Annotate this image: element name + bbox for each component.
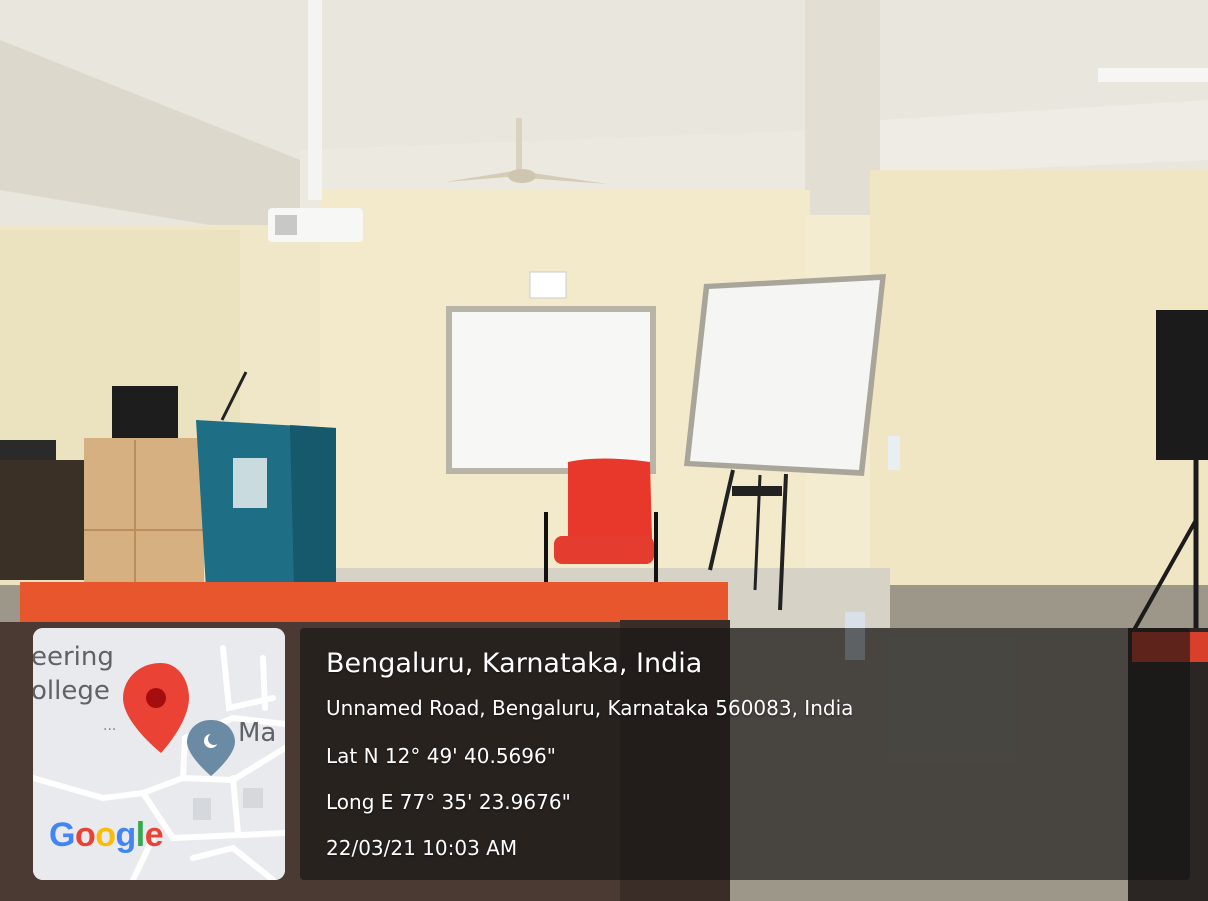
datetime-line: 22/03/21 10:03 AM bbox=[326, 836, 518, 860]
google-logo: Google bbox=[49, 816, 164, 855]
city-line: Bengaluru, Karnataka, India bbox=[326, 648, 703, 679]
google-logo-letter: e bbox=[144, 816, 164, 854]
map-label-poi: Ma bbox=[238, 718, 277, 748]
map-label-engineering: eering bbox=[33, 642, 114, 672]
map-thumbnail: eering ollege Ma ... Google bbox=[33, 628, 285, 880]
google-logo-letter: g bbox=[115, 816, 137, 854]
google-logo-letter: o bbox=[74, 816, 96, 854]
map-ellipsis: ... bbox=[103, 718, 117, 734]
latitude-line: Lat N 12° 49' 40.5696" bbox=[326, 744, 556, 768]
address-line: Unnamed Road, Bengaluru, Karnataka 56008… bbox=[326, 696, 854, 720]
google-logo-letter: l bbox=[135, 816, 145, 854]
google-logo-letter: o bbox=[95, 816, 116, 854]
longitude-line: Long E 77° 35' 23.9676" bbox=[326, 790, 571, 814]
map-label-college: ollege bbox=[33, 676, 110, 706]
google-logo-letter: G bbox=[49, 816, 75, 854]
